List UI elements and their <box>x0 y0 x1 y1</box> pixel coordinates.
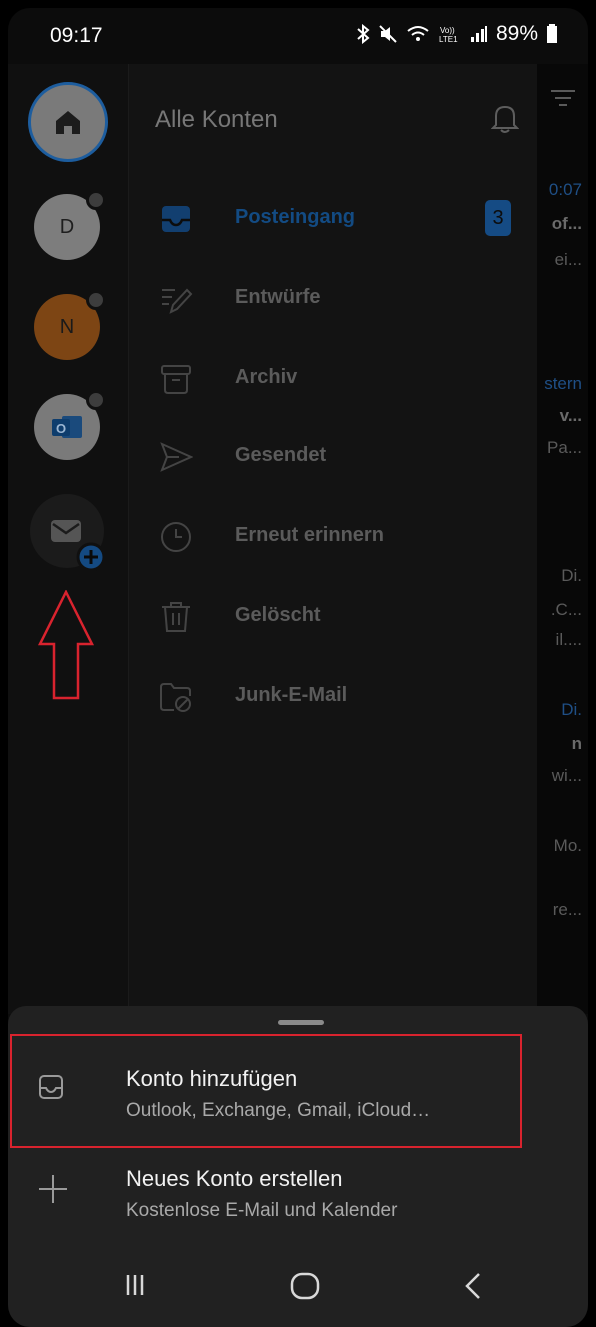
home-nav-icon[interactable] <box>290 1272 320 1300</box>
plus-circle-icon <box>76 542 106 572</box>
all-accounts-home-button[interactable] <box>28 82 108 162</box>
status-bar: 09:17 Vo)) LTE1 89% <box>8 8 588 64</box>
svg-text:LTE1: LTE1 <box>439 35 458 44</box>
option-title: Konto hinzufügen <box>126 1066 298 1091</box>
account-status-dot <box>86 190 106 210</box>
system-nav-bar <box>8 1258 588 1327</box>
filter-icon <box>551 90 575 106</box>
folder-drafts[interactable]: Entwürfe <box>129 268 537 328</box>
back-icon[interactable] <box>464 1272 482 1300</box>
option-subtitle: Kostenlose E-Mail und Kalender <box>126 1200 398 1221</box>
phone-screen: 09:17 Vo)) LTE1 89% 0:07 of... ei... ster… <box>8 8 588 1327</box>
option-title: Neues Konto erstellen <box>126 1166 343 1191</box>
junk-icon <box>160 683 191 712</box>
status-icons: Vo)) LTE1 89% <box>356 22 558 46</box>
snooze-icon <box>161 522 191 552</box>
mail-snippet: ei... <box>554 250 582 269</box>
mail-snippet: Di. <box>561 566 582 585</box>
folder-label: Gelöscht <box>235 604 321 626</box>
option-subtitle: Outlook, Exchange, Gmail, iCloud… <box>126 1100 431 1121</box>
folder-label: Entwürfe <box>235 286 321 308</box>
mail-snippet: wi... <box>551 766 582 785</box>
inbox-tray-icon <box>39 1075 63 1099</box>
recent-apps-icon[interactable] <box>126 1272 144 1298</box>
folder-archive[interactable]: Archiv <box>129 348 537 408</box>
svg-text:Vo)): Vo)) <box>440 26 455 35</box>
wifi-calling-icon <box>407 26 429 41</box>
sent-icon <box>160 442 193 472</box>
avatar-initial: N <box>59 315 75 338</box>
mail-snippet: n <box>571 734 582 753</box>
folder-label: Posteingang <box>235 206 356 228</box>
inbox-icon <box>162 206 190 232</box>
folder-deleted[interactable]: Gelöscht <box>129 586 537 646</box>
mail-list-background: 0:07 of... ei... stern v... Pa... Di. .C… <box>536 64 588 1014</box>
avatar-initial: D <box>59 215 75 238</box>
folder-label: Junk-E-Mail <box>235 684 348 706</box>
mail-snippet: v... <box>559 406 582 425</box>
signal-icon <box>470 26 487 42</box>
folder-label: Archiv <box>235 366 298 388</box>
bell-icon[interactable] <box>491 102 519 134</box>
mail-snippet: of... <box>551 214 582 233</box>
status-time: 09:17 <box>50 24 103 47</box>
archive-icon <box>161 365 191 394</box>
mail-snippet: Mo. <box>553 836 582 855</box>
folder-drawer: Alle Konten Posteingang 3 Entwürfe Archi… <box>128 64 537 1014</box>
home-icon <box>56 111 80 134</box>
account-rail: D N O <box>8 64 128 1014</box>
mail-snippet: .C... <box>550 600 582 619</box>
folder-sent[interactable]: Gesendet <box>129 426 537 486</box>
folder-label: Gesendet <box>235 444 327 466</box>
create-account-option[interactable]: Neues Konto erstellen Kostenlose E-Mail … <box>8 1142 588 1242</box>
mail-snippet: Di. <box>561 700 582 719</box>
add-account-option[interactable]: Konto hinzufügen Outlook, Exchange, Gmai… <box>8 1042 588 1142</box>
add-account-sheet: Konto hinzufügen Outlook, Exchange, Gmai… <box>8 1006 588 1327</box>
account-status-dot <box>86 290 106 310</box>
mail-snippet: re... <box>552 900 582 919</box>
annotation-arrow <box>37 590 95 700</box>
volte-icon: Vo))LTE1 <box>439 26 458 44</box>
folder-label: Erneut erinnern <box>235 524 384 546</box>
folder-snoozed[interactable]: Erneut erinnern <box>129 506 537 566</box>
mail-snippet: stern <box>544 374 582 393</box>
svg-text:O: O <box>56 421 66 436</box>
plus-icon <box>39 1175 67 1203</box>
sheet-drag-handle[interactable] <box>278 1020 324 1025</box>
trash-icon <box>162 602 190 632</box>
drawer-title: Alle Konten <box>155 106 278 133</box>
drafts-icon <box>162 288 193 314</box>
battery-icon <box>547 24 557 43</box>
mute-icon <box>379 25 397 43</box>
unread-badge: 3 <box>485 200 511 236</box>
battery-percent: 89% <box>495 22 538 45</box>
folder-junk[interactable]: Junk-E-Mail <box>129 666 537 726</box>
folder-inbox[interactable]: Posteingang 3 <box>129 188 537 248</box>
outlook-icon: O <box>52 416 82 438</box>
bluetooth-icon <box>357 24 370 44</box>
mail-snippet: 0:07 <box>548 180 582 199</box>
account-status-dot <box>86 390 106 410</box>
mail-snippet: Pa... <box>547 438 582 457</box>
mail-snippet: il.... <box>555 630 582 649</box>
